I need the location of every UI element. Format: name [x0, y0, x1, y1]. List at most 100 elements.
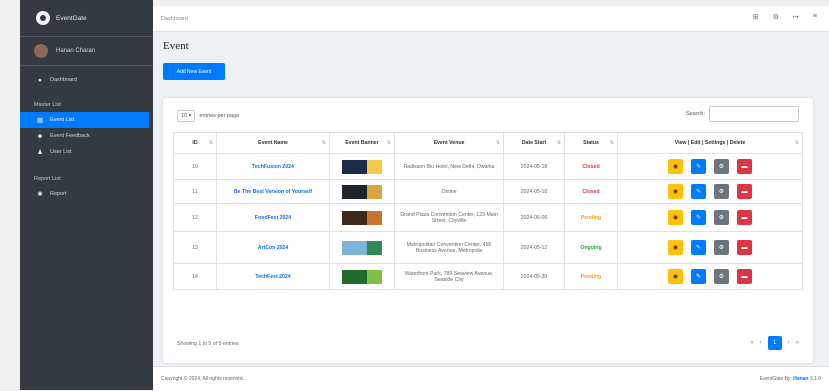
- event-name-link[interactable]: Be The Best Version of Yourself: [234, 189, 312, 195]
- sidebar-item-event-list[interactable]: ▦ Event List: [20, 112, 149, 128]
- prev-page-button[interactable]: ‹: [760, 340, 762, 346]
- cell-date: 2024-05-18: [503, 153, 565, 180]
- pagination: « ‹ 1 › »: [750, 336, 799, 350]
- edit-button[interactable]: ✎: [691, 210, 706, 225]
- delete-button[interactable]: ▬: [737, 184, 752, 199]
- logo-icon: [36, 11, 50, 25]
- cell-id: 11: [173, 179, 217, 204]
- sidebar-item-dashboard[interactable]: ● Dashboard: [20, 72, 153, 88]
- col-header-venue[interactable]: Event Venue ⇅: [394, 132, 504, 154]
- edit-button[interactable]: ✎: [691, 159, 706, 174]
- user-name: Hanan Charan: [56, 48, 96, 54]
- trash-icon: ▬: [741, 273, 748, 280]
- cell-id: 14: [173, 263, 217, 290]
- event-name-link[interactable]: TechFusion 2024: [252, 164, 294, 170]
- event-banner-image: [342, 269, 382, 284]
- view-button[interactable]: ◉: [668, 240, 683, 255]
- cell-date: 2024-06-06: [503, 203, 565, 232]
- gear-icon[interactable]: ⚙: [773, 13, 779, 21]
- table-info: Showing 1 to 5 of 5 entries: [177, 341, 239, 347]
- view-button[interactable]: ◉: [668, 184, 683, 199]
- table-row: 11 Be The Best Version of Yourself Online 2…: [173, 179, 803, 204]
- cell-actions: ◉ ✎ ⚙ ▬: [617, 179, 803, 204]
- settings-button[interactable]: ⚙: [714, 184, 729, 199]
- trash-icon: ▬: [741, 188, 748, 195]
- cell-actions: ◉ ✎ ⚙ ▬: [617, 153, 803, 180]
- author-link[interactable]: Hanan: [793, 376, 808, 382]
- cell-status: Pending: [564, 203, 618, 232]
- settings-button[interactable]: ⚙: [714, 269, 729, 284]
- cell-event-name[interactable]: TechFest 2024: [216, 263, 330, 290]
- view-button[interactable]: ◉: [668, 159, 683, 174]
- footer: Copyright © 2024, All rights reserved. E…: [153, 366, 829, 391]
- page-1-button[interactable]: 1: [767, 336, 782, 350]
- event-name-link[interactable]: FoodFest 2024: [255, 215, 291, 221]
- cell-id: 13: [173, 231, 217, 264]
- cell-banner: [329, 179, 395, 204]
- eye-icon: ◉: [672, 189, 679, 195]
- cell-status: Pending: [564, 263, 618, 290]
- sidebar-item-label: Event List: [50, 117, 75, 123]
- col-header-id[interactable]: ID ⇅: [173, 132, 217, 154]
- brand[interactable]: EventGate: [20, 0, 153, 37]
- delete-button[interactable]: ▬: [737, 210, 752, 225]
- grid-icon[interactable]: ⊞: [753, 13, 759, 21]
- settings-button[interactable]: ⚙: [714, 159, 729, 174]
- col-header-name[interactable]: Event Name ⇅: [216, 132, 330, 154]
- view-button[interactable]: ◉: [668, 269, 683, 284]
- next-page-button[interactable]: ›: [788, 340, 790, 346]
- delete-button[interactable]: ▬: [737, 269, 752, 284]
- users-icon: ☻: [36, 132, 44, 140]
- delete-button[interactable]: ▬: [737, 159, 752, 174]
- edit-button[interactable]: ✎: [691, 240, 706, 255]
- col-header-date[interactable]: Date Start ⇅: [503, 132, 565, 154]
- cell-venue: Radisson Blu Hotel, New Delhi, Dwarka: [394, 153, 504, 180]
- sidebar-item-event-feedback[interactable]: ☻ Event Feedback: [20, 128, 153, 144]
- add-event-button[interactable]: Add New Event: [163, 63, 225, 80]
- cell-id: 12: [173, 203, 217, 232]
- sidebar-item-user-list[interactable]: ♟ User List: [20, 144, 153, 160]
- logout-icon[interactable]: ↦: [793, 13, 799, 21]
- cell-event-name[interactable]: Be The Best Version of Yourself: [216, 179, 330, 204]
- cell-actions: ◉ ✎ ⚙ ▬: [617, 263, 803, 290]
- edit-button[interactable]: ✎: [691, 269, 706, 284]
- trash-icon: ▬: [741, 214, 748, 221]
- trash-icon: ▬: [741, 163, 748, 170]
- event-banner-image: [342, 210, 382, 225]
- search-input[interactable]: [709, 106, 799, 122]
- event-name-link[interactable]: TechFest 2024: [255, 274, 290, 280]
- cell-event-name[interactable]: ArtCon 2024: [216, 231, 330, 264]
- last-page-button[interactable]: »: [796, 340, 799, 346]
- cell-status: Ongoing: [564, 231, 618, 264]
- menu-icon[interactable]: ≡: [813, 13, 817, 21]
- settings-button[interactable]: ⚙: [714, 210, 729, 225]
- first-page-button[interactable]: «: [750, 340, 753, 346]
- col-header-status[interactable]: Status ⇅: [564, 132, 618, 154]
- cell-venue: Online: [394, 179, 504, 204]
- cell-event-name[interactable]: FoodFest 2024: [216, 203, 330, 232]
- cell-event-name[interactable]: TechFusion 2024: [216, 153, 330, 180]
- table-header-row: ID ⇅ Event Name ⇅ Event Banner ⇅ Event Venu…: [173, 132, 803, 154]
- settings-button[interactable]: ⚙: [714, 240, 729, 255]
- trash-icon: ▬: [741, 244, 748, 251]
- dashboard-icon: ●: [38, 76, 42, 84]
- entries-label: entries per page: [199, 113, 240, 119]
- table-search: Search:: [686, 106, 799, 122]
- cell-venue: Grand Plaza Convention Center, 123 Main …: [394, 203, 504, 232]
- breadcrumb[interactable]: Dashboard: [161, 16, 188, 22]
- event-name-link[interactable]: ArtCon 2024: [258, 245, 289, 251]
- delete-button[interactable]: ▬: [737, 240, 752, 255]
- sidebar-item-label: Event Feedback: [50, 133, 90, 139]
- user-panel[interactable]: Hanan Charan: [20, 37, 153, 66]
- eye-icon: ◉: [672, 215, 679, 221]
- sidebar-item-report[interactable]: ✺ Report: [20, 186, 153, 202]
- cell-actions: ◉ ✎ ⚙ ▬: [617, 231, 803, 264]
- cell-actions: ◉ ✎ ⚙ ▬: [617, 203, 803, 232]
- cell-banner: [329, 203, 395, 232]
- edit-button[interactable]: ✎: [691, 184, 706, 199]
- entries-select[interactable]: 10 ▾: [177, 110, 196, 122]
- gear-icon: ⚙: [718, 189, 725, 195]
- view-button[interactable]: ◉: [668, 210, 683, 225]
- col-header-banner[interactable]: Event Banner ⇅: [329, 132, 395, 154]
- copyright: Copyright © 2024, All rights reserved.: [161, 376, 244, 382]
